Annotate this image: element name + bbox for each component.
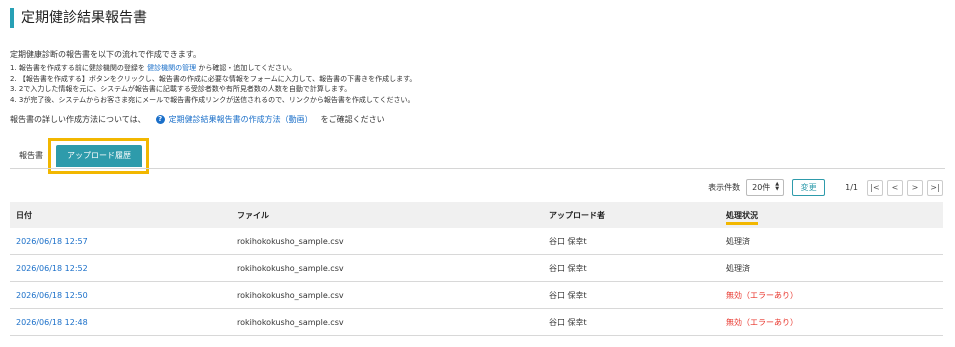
howto-video-link[interactable]: 定期健診結果報告書の作成方法（動画） [169, 114, 313, 125]
row-status: 処理済 [726, 236, 750, 246]
row-date-link[interactable]: 2026/06/18 12:48 [16, 318, 88, 327]
first-page-icon[interactable]: |< [867, 179, 883, 196]
row-date-link[interactable]: 2026/06/18 12:52 [16, 264, 88, 273]
row-date-link[interactable]: 2026/06/18 12:57 [16, 237, 88, 246]
table-row: 2026/06/18 12:50 rokihokokusho_sample.cs… [10, 282, 943, 309]
row-file: rokihokokusho_sample.csv [237, 263, 344, 273]
header-status-cell: 処理状況 [726, 210, 943, 225]
change-button[interactable]: 変更 [792, 179, 826, 196]
header-file: ファイル [237, 210, 269, 220]
row-file: rokihokokusho_sample.csv [237, 236, 344, 246]
per-page-select[interactable]: 20件 ▲ ▼ [746, 179, 785, 196]
row-file: rokihokokusho_sample.csv [237, 290, 344, 300]
row-file: rokihokokusho_sample.csv [237, 317, 344, 327]
prev-page-icon[interactable]: < [887, 179, 903, 196]
step-3: 3. 2で入力した情報を元に、システムが報告書に記載する受診者数や有所見者数の人… [10, 85, 352, 93]
table-row: 2026/06/18 12:52 rokihokokusho_sample.cs… [10, 255, 943, 282]
status-highlight-underline [726, 221, 758, 225]
intro-text: 定期健康診断の報告書を以下の流れで作成できます。 [10, 50, 201, 59]
per-page-value: 20件 [752, 183, 771, 192]
tab-report[interactable]: 報告書 [10, 145, 52, 167]
tab-upload-history[interactable]: アップロード履歴 [56, 145, 142, 167]
row-uploader: 谷口 保幸t [549, 263, 587, 273]
kenshin-kikan-link[interactable]: 健診機関の管理 [147, 64, 196, 72]
step-1: 1. 報告書を作成する前に健診機関の登録を 健診機関の管理 から確認・追加してく… [10, 63, 610, 74]
page-indicator: 1/1 [845, 183, 858, 192]
row-uploader: 谷口 保幸t [549, 236, 587, 246]
next-page-icon[interactable]: > [907, 179, 923, 196]
steps-list: 1. 報告書を作成する前に健診機関の登録を 健診機関の管理 から確認・追加してく… [10, 63, 610, 105]
step-2: 2. 【報告書を作成する】ボタンをクリックし、報告書の作成に必要な情報をフォーム… [10, 74, 417, 83]
row-uploader: 谷口 保幸t [549, 317, 587, 327]
howto-suffix: をご確認ください [320, 115, 385, 124]
row-date-link[interactable]: 2026/06/18 12:50 [16, 291, 88, 300]
row-status: 処理済 [726, 263, 750, 273]
howto-prefix: 報告書の詳しい作成方法については、 [10, 115, 146, 124]
select-arrows-icon: ▲ ▼ [775, 181, 780, 192]
header-uploader: アップロード者 [549, 210, 605, 220]
row-status-error: 無効（エラーあり） [726, 290, 798, 300]
table-row: 2026/06/18 12:57 rokihokokusho_sample.cs… [10, 228, 943, 255]
pager-bar: 表示件数 20件 ▲ ▼ 変更 1/1 |< < > >| [708, 179, 943, 196]
header-status: 処理状況 [726, 210, 758, 225]
step-4: 4. 3が完了後、システムからお客さま宛にメールで報告書作成リンクが送信されるの… [10, 95, 415, 104]
step-1-suffix: から確認・追加してください。 [196, 64, 296, 72]
table-row: 2026/06/18 12:48 rokihokokusho_sample.cs… [10, 309, 943, 336]
step-1-text: 1. 報告書を作成する前に健診機関の登録を [10, 64, 148, 72]
last-page-icon[interactable]: >| [927, 179, 943, 196]
table-header: 日付 ファイル アップロード者 処理状況 [10, 202, 943, 228]
row-uploader: 谷口 保幸t [549, 290, 587, 300]
help-icon: ? [155, 115, 165, 124]
header-status-label: 処理状況 [726, 210, 758, 220]
howto-line: 報告書の詳しい作成方法については、 ? 定期健診結果報告書の作成方法（動画） を… [10, 114, 385, 125]
upload-history-table: 日付 ファイル アップロード者 処理状況 2026/06/18 12:57 ro… [10, 202, 943, 336]
row-status-error: 無効（エラーあり） [726, 317, 798, 327]
page-title: 定期健診結果報告書 [10, 8, 147, 28]
tabs-divider [10, 168, 945, 169]
per-page-label: 表示件数 [708, 183, 741, 192]
header-date: 日付 [16, 210, 32, 220]
